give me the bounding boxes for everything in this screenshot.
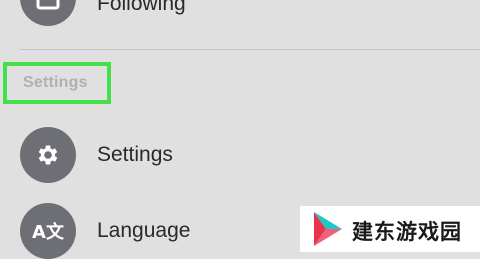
menu-item-settings[interactable]: Settings (0, 127, 480, 183)
settings-section-header: Settings (3, 62, 111, 104)
watermark: 建东游戏园 (300, 206, 480, 252)
menu-item-following[interactable]: Following (0, 0, 480, 30)
settings-section-header-label: Settings (23, 74, 88, 91)
play-logo-icon (314, 212, 342, 246)
translate-icon-glyph: A文 (32, 222, 64, 243)
menu-item-settings-label: Settings (97, 143, 173, 166)
gear-icon (20, 127, 76, 183)
watermark-text: 建东游戏园 (352, 221, 462, 244)
following-icon (20, 0, 76, 26)
divider (20, 49, 480, 50)
menu-item-following-label: Following (97, 0, 186, 15)
menu-item-language-label: Language (97, 219, 191, 242)
translate-icon: A文 (20, 203, 76, 259)
